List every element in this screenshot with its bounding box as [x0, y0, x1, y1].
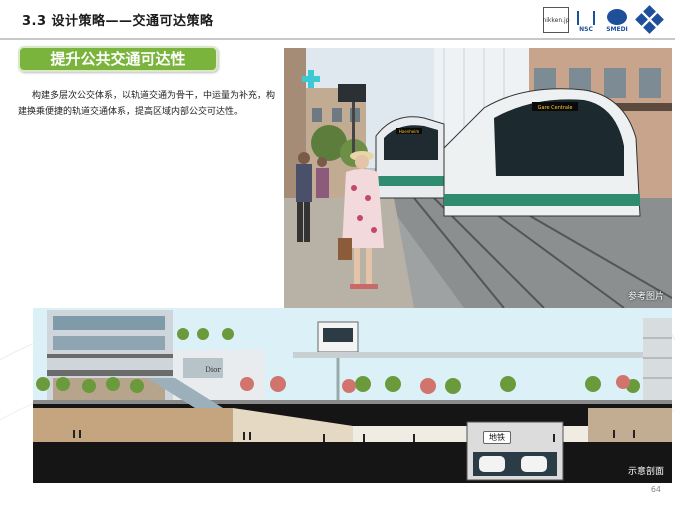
tram-destination-left: Hoenheim [399, 129, 420, 134]
diamond-logo [635, 5, 664, 34]
strategy-description: 构建多层次公交体系，以轨道交通为骨干，中运量为补充，构建换乘便捷的轨道交通体系，… [18, 91, 276, 117]
nsc-logo-text: NSC [579, 26, 593, 33]
header-divider [0, 38, 675, 40]
page-header: 3.3 设计策略——交通可达策略 nikken.jp NSC SMEDI [0, 0, 675, 40]
smedi-logo: SMEDI [603, 7, 631, 33]
nsc-logo: NSC [575, 7, 597, 33]
smedi-logo-mark [607, 9, 627, 25]
strategy-banner: 提升公共交通可达性 [18, 46, 218, 72]
tram-street-illustration: Hoenheim Gare Centrale [284, 48, 672, 308]
reference-photo: Hoenheim Gare Centrale 参考图片 [284, 48, 672, 308]
section-title: 3.3 设计策略——交通可达策略 [22, 14, 214, 29]
nikken-logo: nikken.jp [542, 7, 570, 33]
storefront-sign: Dior [205, 366, 221, 374]
logo-group: nikken.jp NSC SMEDI [542, 5, 664, 35]
smedi-logo-text: SMEDI [606, 26, 628, 33]
tram-destination-right: Gare Centrale [538, 105, 573, 111]
subway-label: 地铁 [483, 431, 511, 444]
photo-caption: 参考图片 [627, 292, 664, 302]
section-caption: 示意剖面 [627, 467, 664, 477]
nsc-logo-mark [577, 11, 595, 25]
page-number: 64 [650, 485, 661, 494]
schematic-section: Dior 地铁 示意剖面 [33, 308, 672, 483]
section-illustration: Dior [33, 308, 672, 483]
